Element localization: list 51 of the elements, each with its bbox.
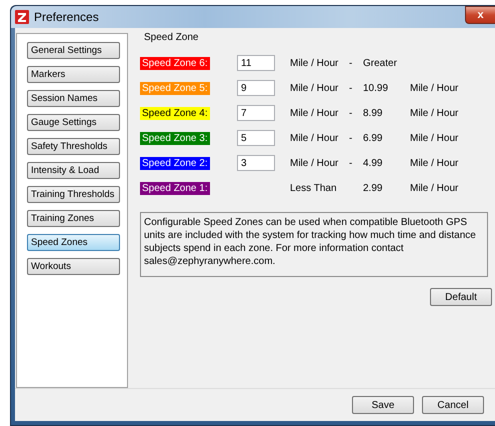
limit-text: 10.99 <box>363 82 390 94</box>
zone-label: Speed Zone 4: <box>140 106 210 120</box>
app-logo-icon <box>15 10 29 24</box>
sidebar-button[interactable]: Workouts <box>27 258 120 275</box>
close-button[interactable]: x <box>465 6 495 24</box>
unit-text: Mile / Hour <box>290 82 340 94</box>
unit-text: Mile / Hour <box>290 158 340 168</box>
zone-label: Speed Zone 3: <box>140 132 210 144</box>
speed-input[interactable]: 3 <box>237 155 275 171</box>
speed-input[interactable]: 5 <box>237 130 275 146</box>
limit-text: Greater <box>363 58 398 68</box>
default-button[interactable]: Default <box>430 288 492 306</box>
separator-text: - <box>349 82 354 94</box>
zone-label: Speed Zone 5: <box>140 82 210 94</box>
sidebar-button[interactable]: Markers <box>27 66 120 83</box>
limit-text: 4.99 <box>363 158 384 168</box>
sidebar-button[interactable]: Safety Thresholds <box>27 138 120 155</box>
speed-input[interactable]: 7 <box>237 105 275 121</box>
sidebar-button[interactable]: Training Zones <box>27 210 120 227</box>
unit-text: Mile / Hour <box>410 158 460 168</box>
zone-label: Speed Zone 6: <box>140 56 210 70</box>
unit-text: Mile / Hour <box>290 132 340 144</box>
sidebar-button[interactable]: Session Names <box>27 90 120 107</box>
zone-label: Speed Zone 1: <box>140 182 210 194</box>
unit-text: Mile / Hour <box>410 132 460 144</box>
separator-text: - <box>349 132 354 144</box>
sidebar-button[interactable]: Intensity & Load <box>27 162 120 179</box>
window-title: Preferences <box>34 10 99 24</box>
zone-label: Speed Zone 2: <box>140 156 210 170</box>
unit-text: Mile / Hour <box>410 182 460 194</box>
unit-text: Mile / Hour <box>410 82 460 94</box>
description-text: Configurable Speed Zones can be used when compatible Bluetooth GPS units are included with the system for tracking how much time and distance subjects spend in each zone. For more information contact sales@zephyranywhere.com. <box>140 212 488 277</box>
separator-text: - <box>349 108 354 118</box>
sidebar-button[interactable]: Speed Zones <box>27 234 120 251</box>
sidebar-button[interactable]: General Settings <box>27 42 120 59</box>
sidebar-button[interactable]: Training Thresholds <box>27 186 120 203</box>
dialog-button[interactable]: Save <box>352 396 414 414</box>
limit-text: 6.99 <box>363 132 384 144</box>
unit-text: Less Than <box>290 182 338 194</box>
unit-text: Mile / Hour <box>290 58 340 68</box>
unit-text: Mile / Hour <box>290 108 340 118</box>
group-title: Speed Zone <box>144 32 200 43</box>
speed-input[interactable]: 11 <box>237 55 275 71</box>
limit-text: 2.99 <box>363 182 384 194</box>
limit-text: 8.99 <box>363 108 384 118</box>
speed-input[interactable]: 9 <box>237 80 275 96</box>
unit-text: Mile / Hour <box>410 108 460 118</box>
sidebar-button[interactable]: Gauge Settings <box>27 114 120 131</box>
dialog-button[interactable]: Cancel <box>422 396 484 414</box>
separator-text: - <box>349 158 354 168</box>
separator-text: - <box>349 58 354 68</box>
